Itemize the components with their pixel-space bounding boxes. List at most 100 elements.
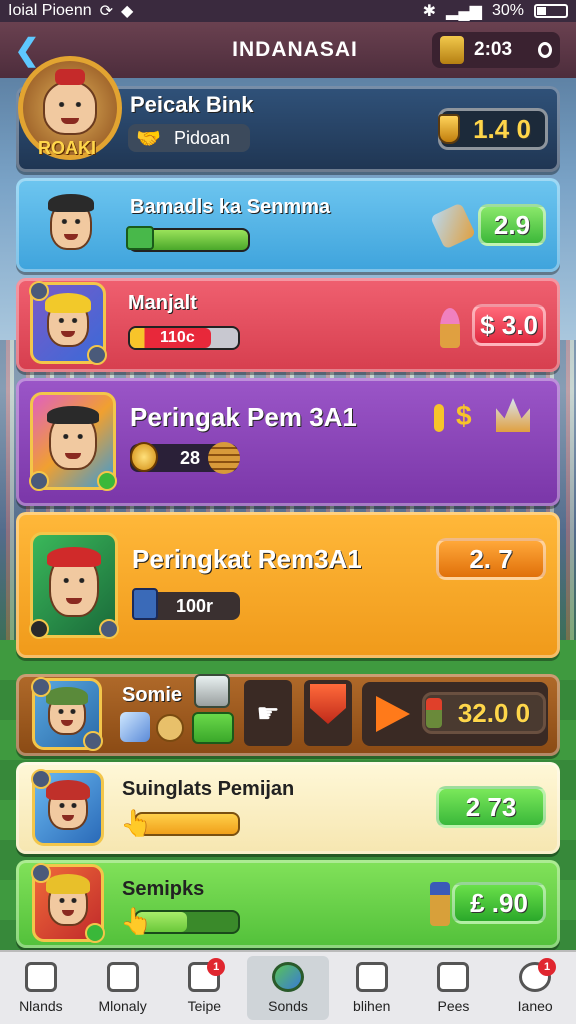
player-name: Suinglats Pemijan bbox=[122, 778, 295, 800]
score-value: 2.9 bbox=[493, 209, 531, 240]
notification-badge: 1 bbox=[207, 958, 226, 976]
trophy-icon bbox=[438, 114, 460, 144]
back-arrow-icon: ❮ bbox=[14, 33, 40, 67]
shield-icon: ◆ bbox=[121, 3, 134, 20]
carrier-label: Ioial Pioenn bbox=[8, 2, 92, 19]
score-box: £ .90 bbox=[452, 882, 546, 924]
player-name: Peicak Bink bbox=[130, 92, 254, 117]
back-button[interactable]: ❮ bbox=[10, 33, 44, 67]
rank-badge bbox=[29, 281, 49, 301]
exclamation-icon bbox=[434, 404, 444, 432]
avatar-caption: ROAKI bbox=[38, 138, 96, 158]
player-name: Peringkat Rem3A1 bbox=[132, 544, 362, 574]
score-box: 2 73 bbox=[436, 786, 546, 828]
leaderboard-row-5[interactable]: Peringkat Rem3A1 100r 2. 7 bbox=[16, 512, 560, 658]
chest-icon bbox=[194, 674, 230, 708]
shield-badge-button[interactable] bbox=[304, 680, 352, 746]
level-badge bbox=[87, 345, 107, 365]
player-name: Bamadls ka Senmma bbox=[130, 196, 331, 218]
crown-coin-icon bbox=[440, 36, 464, 64]
score-value: 1.4 0 bbox=[473, 113, 531, 144]
hand-icon: 👆 bbox=[120, 906, 153, 936]
level-badge bbox=[83, 731, 103, 751]
score-value: 2. 7 bbox=[469, 543, 513, 574]
battery-label: 30% bbox=[491, 2, 524, 19]
player-avatar bbox=[31, 677, 103, 751]
nav-item-pees[interactable]: Pees bbox=[413, 952, 495, 1024]
rank-badge bbox=[31, 769, 51, 789]
level-badge bbox=[85, 923, 105, 943]
rank-badge bbox=[29, 471, 49, 491]
play-icon bbox=[376, 696, 410, 732]
player-avatar bbox=[31, 863, 105, 943]
level-badge bbox=[99, 619, 119, 639]
nav-item-mlonaly[interactable]: Mlonaly bbox=[82, 952, 164, 1024]
check-box-button[interactable] bbox=[192, 712, 234, 744]
leaderboard-row-7[interactable]: Suinglats Pemijan 👆 2 73 bbox=[16, 762, 560, 854]
nav-label: Teipe bbox=[187, 998, 222, 1014]
coin-stack-icon bbox=[208, 442, 240, 474]
hand-icon: 👆 bbox=[120, 808, 153, 838]
torch-icon bbox=[430, 882, 450, 926]
nav-label: Nlands bbox=[19, 998, 63, 1014]
shop-icon bbox=[437, 962, 470, 992]
coin-icon bbox=[130, 442, 158, 472]
nav-item-sonds[interactable]: Sonds bbox=[247, 956, 329, 1020]
bar-label: 110c bbox=[160, 329, 195, 346]
bottom-navigation: Nlands Mlonaly Teipe 1 Sonds blihen Pees… bbox=[0, 950, 576, 1024]
leaderboard-row-2[interactable]: Bamadls ka Senmma 2.9 bbox=[16, 178, 560, 272]
score-box: 2.9 bbox=[478, 204, 546, 246]
player-name: Somie bbox=[122, 684, 183, 706]
rank-badge bbox=[31, 677, 51, 697]
score-box: 2. 7 bbox=[436, 538, 546, 580]
leaderboard-row-1[interactable]: ROAKI Peicak Bink 🤝 Pidoan 1.4 0 bbox=[16, 56, 560, 172]
handshake-icon: 🤝 bbox=[136, 127, 161, 150]
nav-label: Sonds bbox=[268, 998, 308, 1014]
pointer-button[interactable]: ☛ bbox=[244, 680, 292, 746]
player-avatar bbox=[29, 281, 107, 365]
player-avatar bbox=[31, 769, 104, 846]
player-avatar bbox=[29, 392, 117, 491]
player-avatar bbox=[29, 532, 119, 639]
cookie-icon bbox=[156, 714, 184, 742]
backpack-icon bbox=[132, 588, 158, 620]
page-title: INDANASAI bbox=[232, 38, 358, 61]
leaderboard-row-6[interactable]: Somie ☛ 32.0 0 bbox=[16, 674, 560, 756]
sync-icon: ⟳ bbox=[99, 3, 114, 20]
red-shield-icon bbox=[310, 684, 346, 724]
home-icon bbox=[24, 962, 57, 992]
flower-pot-icon bbox=[426, 698, 442, 728]
score-value: 2 73 bbox=[465, 791, 517, 822]
nav-item-blihen[interactable]: blihen bbox=[331, 952, 413, 1024]
gem-icon bbox=[120, 712, 150, 742]
nav-item-teipe[interactable]: Teipe 1 bbox=[163, 952, 245, 1024]
nav-item-nlands[interactable]: Nlands bbox=[0, 952, 82, 1024]
count-value: 100r bbox=[176, 595, 214, 616]
nav-label: Pees bbox=[437, 998, 470, 1014]
score-value: 32.0 0 bbox=[457, 697, 531, 728]
count-value: 28 bbox=[180, 447, 201, 468]
bluetooth-icon: ✱ bbox=[422, 3, 437, 20]
status-bar: Ioial Pioenn ⟳ ◆ ✱ ▂▄▆ 30% bbox=[0, 0, 576, 22]
player-name: Semipks bbox=[122, 878, 205, 900]
bag-icon bbox=[106, 962, 139, 992]
mail-icon bbox=[355, 962, 388, 992]
globe-icon bbox=[272, 962, 305, 992]
battery-icon bbox=[534, 4, 568, 18]
score-value: £ .90 bbox=[470, 887, 528, 918]
leaderboard-row-4[interactable]: Peringak Pem 3A1 28 $ bbox=[16, 378, 560, 506]
dollar-icon: $ bbox=[456, 400, 472, 431]
notification-badge: 1 bbox=[538, 958, 557, 976]
tag-label: Pidoan bbox=[174, 127, 231, 148]
player-name: Manjalt bbox=[128, 292, 197, 314]
signal-icon: ▂▄▆ bbox=[446, 3, 482, 20]
leaderboard-row-8[interactable]: Semipks 👆 £ .90 bbox=[16, 860, 560, 948]
player-tag: 🤝 Pidoan bbox=[128, 124, 250, 152]
player-name: Peringak Pem 3A1 bbox=[130, 402, 357, 432]
leaderboard-row-3[interactable]: Manjalt 110c $ 3.0 bbox=[16, 278, 560, 372]
ice-cream-icon bbox=[440, 308, 460, 348]
nav-item-ianeo[interactable]: Ianeo 1 bbox=[494, 952, 576, 1024]
timer-box[interactable]: 2:03 bbox=[432, 32, 560, 68]
money-icon bbox=[126, 226, 154, 250]
crown-icon bbox=[496, 398, 530, 432]
